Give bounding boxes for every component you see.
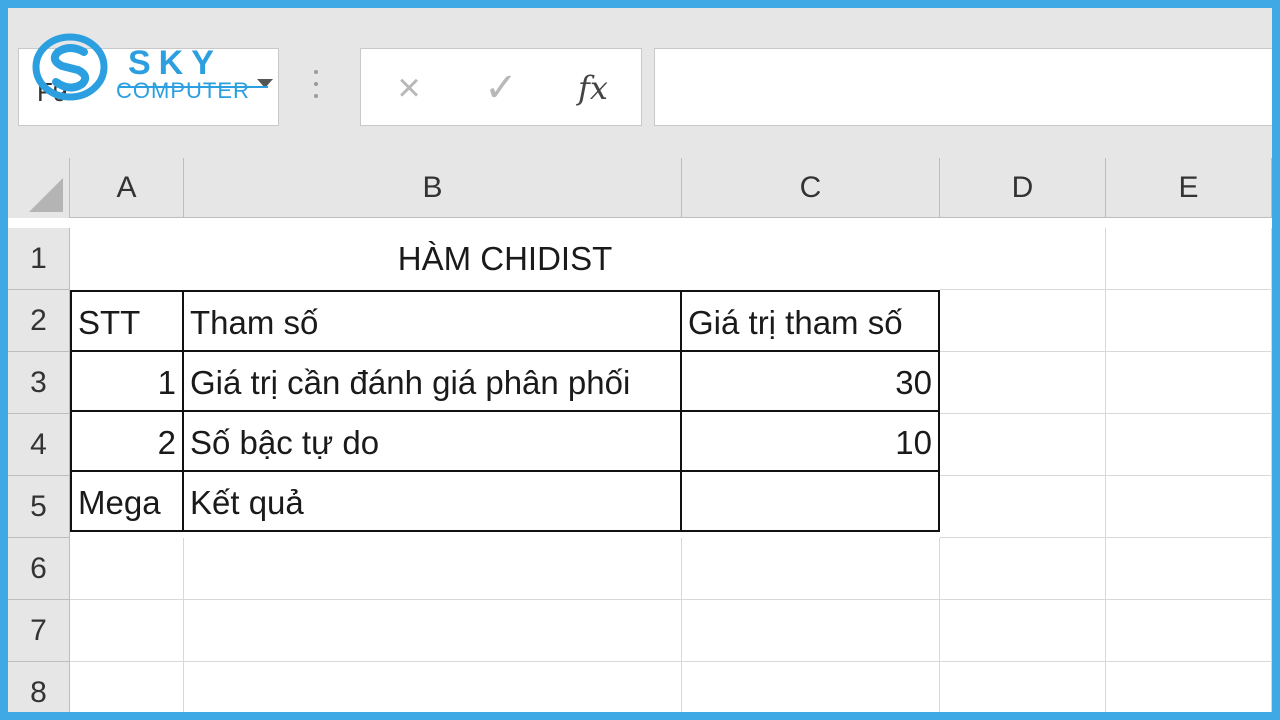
cell-b2[interactable]: Tham số xyxy=(182,290,682,352)
select-all-triangle-icon xyxy=(29,178,63,212)
cell-d5[interactable] xyxy=(940,476,1106,538)
formula-bar-grip[interactable] xyxy=(313,70,319,110)
cell-e7[interactable] xyxy=(1106,600,1272,662)
formula-buttons: × ✓ fx xyxy=(360,48,642,126)
cell-e6[interactable] xyxy=(1106,538,1272,600)
cell-a4[interactable]: 2 xyxy=(70,410,184,472)
cell-e3[interactable] xyxy=(1106,352,1272,414)
cell-d4[interactable] xyxy=(940,414,1106,476)
row-header-3[interactable]: 3 xyxy=(8,352,70,414)
cell-c2[interactable]: Giá trị tham số xyxy=(680,290,940,352)
column-header-c[interactable]: C xyxy=(682,158,940,218)
cancel-icon[interactable]: × xyxy=(379,65,439,111)
sky-computer-logo: SKY COMPUTER xyxy=(32,30,272,110)
cell-d6[interactable] xyxy=(940,538,1106,600)
row-header-4[interactable]: 4 xyxy=(8,414,70,476)
cell-c5[interactable] xyxy=(680,470,940,532)
cell-d3[interactable] xyxy=(940,352,1106,414)
cell-b6[interactable] xyxy=(184,538,682,600)
cell-d2[interactable] xyxy=(940,290,1106,352)
row-header-6[interactable]: 6 xyxy=(8,538,70,600)
cell-c8[interactable] xyxy=(682,662,940,712)
cell-b8[interactable] xyxy=(184,662,682,712)
insert-function-icon[interactable]: fx xyxy=(563,65,623,111)
formula-bar-area: F9 SKY COMPUTER × ✓ fx xyxy=(8,8,1272,158)
cell-b3[interactable]: Giá trị cần đánh giá phân phối xyxy=(182,350,682,412)
cell-b5[interactable]: Kết quả xyxy=(182,470,682,532)
cell-c3[interactable]: 30 xyxy=(680,350,940,412)
cell-a7[interactable] xyxy=(70,600,184,662)
cell-c7[interactable] xyxy=(682,600,940,662)
cell-e8[interactable] xyxy=(1106,662,1272,712)
column-header-row: A B C D E xyxy=(8,158,1272,218)
cell-a8[interactable] xyxy=(70,662,184,712)
row-header-7[interactable]: 7 xyxy=(8,600,70,662)
column-header-a[interactable]: A xyxy=(70,158,184,218)
sheet-title-cell[interactable]: HÀM CHIDIST xyxy=(70,228,940,290)
logo-text-computer: COMPUTER xyxy=(116,78,250,103)
cell-e4[interactable] xyxy=(1106,414,1272,476)
column-header-d[interactable]: D xyxy=(940,158,1106,218)
worksheet-grid: A B C D E 1 2 3 4 5 6 7 8 HÀM CHIDIST ST… xyxy=(8,158,1272,712)
row-header-2[interactable]: 2 xyxy=(8,290,70,352)
row-header-1[interactable]: 1 xyxy=(8,228,70,290)
cell-b7[interactable] xyxy=(184,600,682,662)
cell-c4[interactable]: 10 xyxy=(680,410,940,472)
cell-e2[interactable] xyxy=(1106,290,1272,352)
column-header-e[interactable]: E xyxy=(1106,158,1272,218)
cell-b4[interactable]: Số bậc tự do xyxy=(182,410,682,472)
formula-input[interactable] xyxy=(654,48,1272,126)
row-header-5[interactable]: 5 xyxy=(8,476,70,538)
row-header-8[interactable]: 8 xyxy=(8,662,70,712)
cell-c6[interactable] xyxy=(682,538,940,600)
column-header-b[interactable]: B xyxy=(184,158,682,218)
spreadsheet-window: F9 SKY COMPUTER × ✓ fx A B C D E 1 2 3 4… xyxy=(0,0,1280,720)
cell-d8[interactable] xyxy=(940,662,1106,712)
cell-a5[interactable]: Mega xyxy=(70,470,184,532)
cell-a6[interactable] xyxy=(70,538,184,600)
select-all-button[interactable] xyxy=(8,158,70,218)
cell-a3[interactable]: 1 xyxy=(70,350,184,412)
cell-e1[interactable] xyxy=(1106,228,1272,290)
enter-icon[interactable]: ✓ xyxy=(471,65,531,111)
cell-d1[interactable] xyxy=(940,228,1106,290)
cell-d7[interactable] xyxy=(940,600,1106,662)
cell-a2[interactable]: STT xyxy=(70,290,184,352)
cell-e5[interactable] xyxy=(1106,476,1272,538)
logo-mark-icon xyxy=(32,33,108,101)
